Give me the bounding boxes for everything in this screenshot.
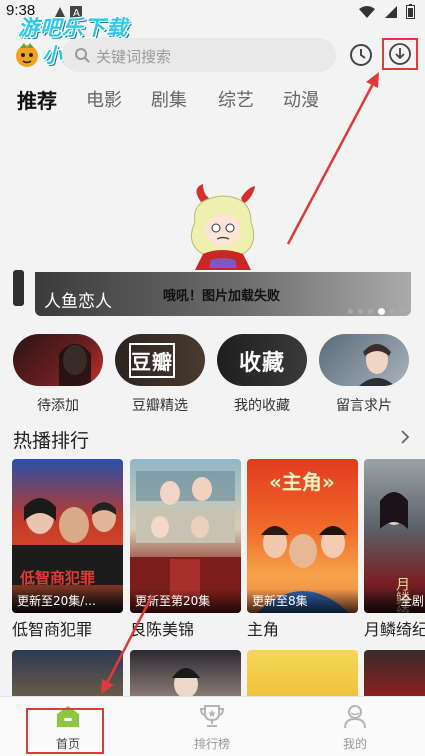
quick-entry-request-image	[319, 334, 409, 386]
banner-caption-bar: 人鱼恋人 哦吼！图片加载失败	[35, 272, 411, 316]
image-load-error-text: 哦吼！图片加载失败	[163, 289, 281, 304]
banner-title: 人鱼恋人	[44, 292, 112, 312]
clock-icon	[350, 44, 372, 66]
poster-badge-text: 全剧	[400, 594, 425, 608]
download-icon	[389, 43, 411, 65]
poster-badge: 全剧	[364, 589, 425, 613]
favorites-image-text: 收藏	[238, 351, 285, 376]
carousel-dot	[400, 309, 405, 314]
tab-anime[interactable]: 动漫	[283, 86, 319, 112]
banner-prev-peek	[13, 270, 24, 306]
user-icon	[344, 705, 366, 729]
person-photo-icon	[359, 344, 395, 386]
poster-badge-text: 更新至第20集	[135, 594, 211, 608]
douban-logo-text: 豆瓣	[129, 343, 175, 378]
search-icon	[75, 48, 90, 63]
status-icons	[358, 4, 415, 19]
arrowhead	[366, 72, 379, 88]
poster-badge-text: 更新至8集	[252, 594, 308, 608]
chevron-right-icon[interactable]	[398, 427, 412, 447]
nav-label: 排行榜	[193, 737, 230, 751]
quick-entry-label: 待添加	[37, 398, 79, 414]
mascot-logo-icon	[16, 43, 38, 67]
wifi-icon	[359, 5, 375, 18]
tab-recommend[interactable]: 推荐	[17, 85, 57, 114]
poster-card[interactable]: «主角» 更新至8集	[247, 459, 358, 613]
download-button[interactable]	[382, 38, 418, 70]
tab-series[interactable]: 剧集	[151, 86, 187, 112]
section-title: 热播排行	[13, 430, 90, 452]
battery-icon	[406, 4, 415, 19]
poster-card[interactable]	[12, 650, 123, 696]
signal-icon	[385, 5, 397, 18]
poster-badge: 更新至8集	[247, 589, 358, 613]
carousel-dot	[358, 309, 363, 314]
poster-title[interactable]: 低智商犯罪	[12, 616, 92, 640]
poster-art-text: 低智商犯罪	[19, 569, 95, 587]
quick-entry-label: 留言求片	[336, 398, 392, 414]
poster-title[interactable]: 良陈美锦	[130, 616, 194, 640]
quick-entry-pending[interactable]: 待添加	[12, 334, 104, 415]
home-highlight-annotation	[26, 708, 104, 754]
poster-badge-text: 更新至20集/...	[17, 594, 96, 608]
poster-badge: 更新至第20集	[130, 589, 241, 613]
carousel-dot	[390, 309, 395, 314]
quick-entry-request[interactable]: 留言求片	[318, 334, 410, 415]
quick-entry-douban-image: 豆瓣	[115, 334, 205, 386]
nav-label: 我的	[342, 737, 367, 751]
person-photo-icon	[59, 344, 91, 386]
nav-mine[interactable]: 我的	[315, 703, 395, 752]
history-button[interactable]	[346, 40, 376, 70]
carousel-indicator	[348, 308, 405, 315]
carousel-dot-active	[378, 308, 385, 315]
search-placeholder: 关键词搜索	[96, 48, 172, 66]
search-input[interactable]: 关键词搜索	[62, 38, 336, 72]
poster-card[interactable]	[364, 650, 425, 696]
quick-entry-label: 我的收藏	[234, 398, 290, 414]
quick-entry-favorites-image: 收藏	[217, 334, 307, 386]
poster-art	[172, 668, 200, 696]
carousel-dot	[368, 309, 373, 314]
poster-title[interactable]: 月鳞绮纪	[364, 616, 425, 640]
poster-card[interactable]	[130, 650, 241, 696]
nav-ranking[interactable]: 排行榜	[172, 703, 252, 752]
banner-carousel[interactable]: 人鱼恋人 哦吼！图片加载失败	[35, 120, 411, 316]
poster-badge: 更新至20集/...	[12, 589, 123, 613]
tab-movie[interactable]: 电影	[86, 86, 122, 112]
poster-card[interactable]: 低智商犯罪 更新至20集/...	[12, 459, 123, 613]
quick-entry-pending-image	[13, 334, 103, 386]
poster-title[interactable]: 主角	[247, 616, 279, 640]
quick-entry-favorites[interactable]: 收藏 我的收藏	[216, 334, 308, 415]
load-failed-mascot-icon	[190, 184, 255, 270]
poster-art-text: «主角»	[269, 470, 335, 494]
quick-entry-label: 豆瓣精选	[132, 398, 188, 414]
poster-card[interactable]: 更新至第20集	[130, 459, 241, 613]
poster-card[interactable]: 月鳞绮纪 全剧	[364, 459, 425, 613]
carousel-dot	[348, 309, 353, 314]
poster-card[interactable]	[247, 650, 358, 696]
tab-variety[interactable]: 综艺	[218, 86, 254, 112]
quick-entry-douban[interactable]: 豆瓣 豆瓣精选	[114, 334, 206, 415]
trophy-icon	[199, 705, 225, 727]
